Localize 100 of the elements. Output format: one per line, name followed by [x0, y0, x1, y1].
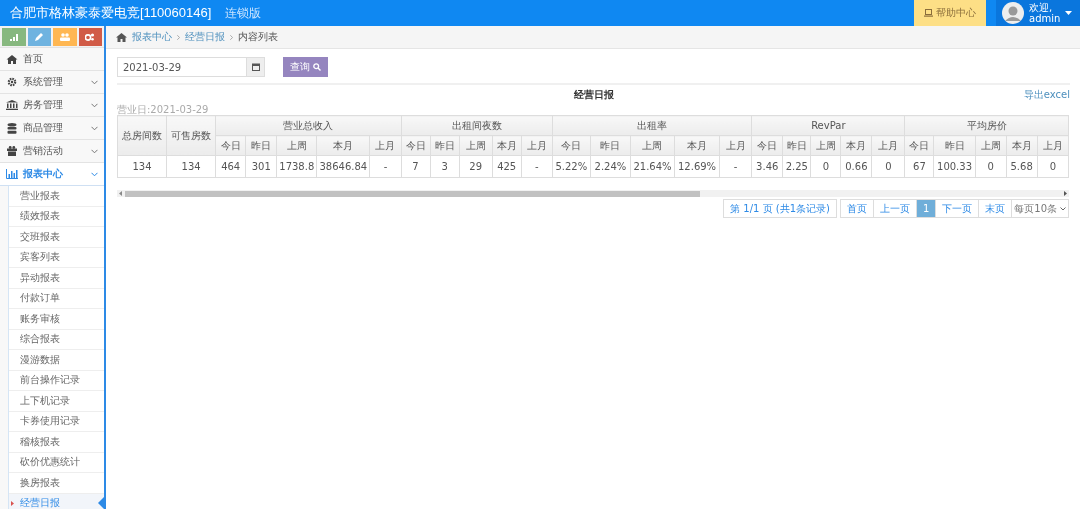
- submenu-item[interactable]: 卡券使用记录: [9, 411, 104, 432]
- table-cell: 3.46: [751, 155, 783, 178]
- calendar-icon: [251, 63, 260, 71]
- submenu-item[interactable]: 绩效报表: [9, 206, 104, 227]
- home-icon: [116, 32, 127, 42]
- chevron-right-icon: [177, 34, 180, 40]
- scrollbar-thumb[interactable]: [125, 190, 700, 197]
- column-header: 总房间数: [117, 115, 167, 156]
- page-button[interactable]: 末页: [978, 199, 1013, 218]
- sidebar-item[interactable]: 报表中心: [0, 163, 104, 186]
- submenu-item[interactable]: 稽核报表: [9, 432, 104, 453]
- table-cell: 5.68: [1006, 155, 1038, 178]
- bank-icon: [6, 100, 18, 110]
- submenu-item[interactable]: 漫游数据: [9, 350, 104, 371]
- chevron-down-icon: [91, 148, 98, 154]
- pencil-icon: [35, 33, 44, 41]
- user-menu[interactable]: 欢迎, admin: [996, 0, 1080, 26]
- table-cell: 0: [810, 155, 841, 178]
- laptop-icon: [924, 9, 933, 17]
- group-header: 出租率: [552, 115, 752, 136]
- breadcrumb-link[interactable]: 报表中心: [132, 30, 172, 44]
- table-cell: -: [369, 155, 401, 178]
- edit-button[interactable]: [27, 28, 51, 46]
- table-cell: 5.22%: [552, 155, 591, 178]
- gears-icon: [85, 33, 96, 41]
- submenu-item[interactable]: 换房报表: [9, 473, 104, 494]
- hotel-title: 合肥市格林豪泰爱电竞[110060146]: [10, 4, 212, 22]
- table-cell: -: [521, 155, 553, 178]
- page-button[interactable]: 下一页: [935, 199, 980, 218]
- page-size-select[interactable]: 每页10条: [1011, 199, 1069, 218]
- page-button[interactable]: 上一页: [872, 199, 917, 218]
- edition-label: 连锁版: [225, 4, 262, 22]
- table-cell: 38646.84: [316, 155, 370, 178]
- date-field[interactable]: 2021-03-29: [117, 57, 246, 77]
- table-cell: 0: [975, 155, 1007, 178]
- submenu-item[interactable]: 综合报表: [9, 329, 104, 350]
- signal-icon: [9, 33, 18, 41]
- caret-icon: [1065, 11, 1073, 15]
- chevron-down-icon: [91, 125, 98, 131]
- submenu-item[interactable]: 前台操作记录: [9, 370, 104, 391]
- table-cell: 301: [245, 155, 277, 178]
- export-excel-link[interactable]: 导出excel: [1023, 88, 1070, 102]
- table-cell: 100.33: [934, 155, 976, 178]
- chevron-down-icon: [91, 79, 98, 85]
- chevron-right-icon: [230, 34, 233, 40]
- table-cell: 134: [117, 155, 167, 178]
- table-cell: 464: [215, 155, 246, 178]
- breadcrumb-current: 内容列表: [238, 30, 278, 44]
- scroll-right-icon: [1064, 191, 1067, 196]
- column-header: 可售房数: [166, 115, 216, 156]
- page-button[interactable]: 首页: [839, 199, 874, 218]
- query-button[interactable]: 查询: [283, 57, 328, 77]
- gear-icon: [6, 77, 18, 87]
- calendar-addon[interactable]: [246, 57, 265, 77]
- group-header: 平均房价: [904, 115, 1069, 136]
- table-cell: 425: [492, 155, 522, 178]
- chevron-down-icon: [91, 102, 98, 108]
- arrow-marker-icon: [11, 500, 14, 506]
- database-icon: [6, 122, 18, 134]
- submenu-item[interactable]: 交班报表: [9, 227, 104, 248]
- submenu-item[interactable]: 账务审核: [9, 309, 104, 330]
- table-cell: 12.69%: [674, 155, 720, 178]
- table-cell: 0: [871, 155, 905, 178]
- horizontal-scrollbar[interactable]: [117, 190, 1069, 197]
- bar-chart-icon: [6, 169, 18, 179]
- submenu-item[interactable]: 上下机记录: [9, 391, 104, 412]
- table-cell: 21.64%: [630, 155, 675, 178]
- greeting-text: 欢迎,: [1029, 2, 1054, 13]
- submenu-item[interactable]: 砍价优惠统计: [9, 452, 104, 473]
- report-title: 经营日报: [573, 89, 614, 100]
- users-icon: [59, 33, 70, 41]
- group-header: 营业总收入: [215, 115, 401, 136]
- help-center-button[interactable]: 帮助中心: [914, 0, 986, 26]
- breadcrumb-link[interactable]: 经营日报: [185, 30, 225, 44]
- submenu-item[interactable]: 异动报表: [9, 268, 104, 289]
- group-header: RevPar: [751, 115, 905, 136]
- avatar-icon: [1002, 2, 1024, 24]
- table-cell: 0: [1037, 155, 1069, 178]
- user-name: admin: [1029, 13, 1061, 24]
- submenu-item[interactable]: 付款订单: [9, 288, 104, 309]
- gift-icon: [6, 146, 18, 156]
- table-cell: 29: [459, 155, 493, 178]
- home-icon: [6, 54, 18, 64]
- table-cell: 0.66: [840, 155, 872, 178]
- submenu-item[interactable]: 营业报表: [9, 186, 104, 207]
- table-cell: 2.25: [782, 155, 811, 178]
- page-info: 第 1/1 页 (共1条记录): [723, 199, 837, 218]
- table-cell: 67: [904, 155, 934, 178]
- table-cell: 3: [430, 155, 460, 178]
- table-cell: 2.24%: [590, 155, 631, 178]
- table-cell: 134: [166, 155, 216, 178]
- table-cell: 7: [401, 155, 431, 178]
- submenu-item[interactable]: 宾客列表: [9, 247, 104, 268]
- settings-button[interactable]: [78, 28, 102, 46]
- scroll-left-icon: [119, 191, 122, 196]
- chart-button[interactable]: [2, 28, 26, 46]
- business-date: 营业日:2021-03-29: [117, 103, 210, 115]
- search-icon: [313, 63, 321, 71]
- users-button[interactable]: [53, 28, 77, 46]
- table-cell: 1738.8: [276, 155, 317, 178]
